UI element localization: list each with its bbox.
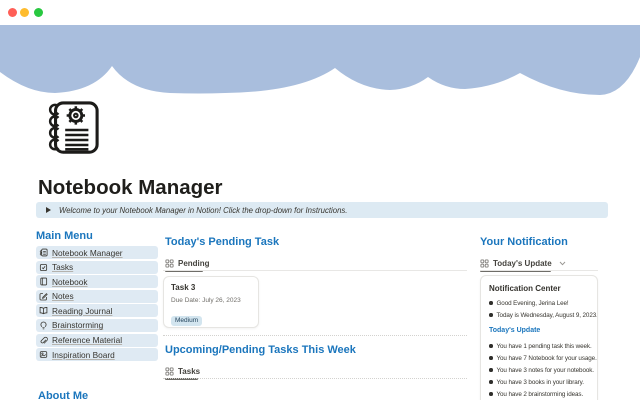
tabbar-divider	[163, 270, 467, 271]
tab-tasks-label: Tasks	[178, 367, 200, 376]
sidebar-item-label: Reference Material	[52, 335, 122, 345]
cover-banner-wave	[0, 25, 640, 100]
open-book-icon	[39, 306, 48, 315]
bullet-icon	[489, 344, 493, 348]
task-card[interactable]: Task 3 Due Date: July 26, 2023 Medium No…	[163, 276, 259, 328]
notification-text: You have 7 Notebook for your usage.	[497, 355, 597, 362]
checkbox-icon	[39, 263, 48, 272]
gallery-grid-icon	[165, 259, 174, 268]
zoom-window-button[interactable]	[34, 8, 43, 17]
notification-text: You have 3 notes for your notebook.	[497, 367, 594, 374]
notification-item: You have 3 books in your library.	[489, 376, 589, 388]
notification-heading: Your Notification	[480, 236, 568, 248]
sidebar-menu: Notebook Manager Tasks	[36, 246, 158, 363]
notification-text: You have 2 brainstorming ideas.	[497, 391, 584, 398]
task-card-title: Task 3	[171, 283, 251, 292]
sidebar-item-label: Notes	[52, 291, 74, 301]
bullet-icon	[489, 301, 493, 305]
upcoming-section-heading: Upcoming/Pending Tasks This Week	[165, 344, 356, 356]
gallery-grid-icon	[165, 367, 174, 376]
bullet-icon	[489, 380, 493, 384]
toggle-triangle-icon[interactable]	[46, 207, 51, 213]
notification-item: You have 7 Notebook for your usage.	[489, 352, 589, 364]
sidebar-item-tasks[interactable]: Tasks	[36, 261, 158, 274]
section-divider	[163, 335, 467, 336]
tabbar-divider	[480, 270, 598, 271]
edit-pencil-icon	[39, 292, 48, 301]
sidebar-item-notes[interactable]: Notes	[36, 290, 158, 303]
sidebar-item-reference-material[interactable]: Reference Material	[36, 334, 158, 347]
lightbulb-icon	[39, 321, 48, 330]
picture-board-icon	[39, 350, 48, 359]
tab-todays-update[interactable]: Today's Update	[480, 256, 566, 271]
sidebar-item-notebook-manager[interactable]: Notebook Manager	[36, 246, 158, 259]
sidebar-item-brainstorming[interactable]: Brainstorming	[36, 319, 158, 332]
notification-item: You have 2 brainstorming ideas.	[489, 388, 589, 400]
notification-item: You have 3 notes for your notebook.	[489, 364, 589, 376]
paperclip-icon	[39, 336, 48, 345]
sidebar-item-label: Brainstorming	[52, 320, 103, 330]
bullet-icon	[489, 392, 493, 396]
book-icon	[39, 277, 48, 286]
minimize-window-button[interactable]	[20, 8, 29, 17]
bullet-icon	[489, 368, 493, 372]
sidebar-item-label: Notebook	[52, 277, 88, 287]
about-me-heading: About Me	[38, 390, 88, 400]
notification-text: Today is Wednesday, August 9, 2023.	[497, 312, 598, 319]
chevron-down-icon[interactable]	[556, 261, 566, 266]
notification-item: Good Evening, Jerina Lee!	[489, 297, 589, 309]
sidebar-item-label: Inspiration Board	[52, 350, 115, 360]
pending-section-heading: Today's Pending Task	[165, 236, 279, 248]
notification-card[interactable]: Notification Center Good Evening, Jerina…	[480, 275, 598, 400]
instructions-callout[interactable]: Welcome to your Notebook Manager in Noti…	[36, 202, 608, 218]
page-title: Notebook Manager	[38, 176, 223, 200]
app-window: Notebook Manager Welcome to your Noteboo…	[0, 0, 640, 400]
close-window-button[interactable]	[8, 8, 17, 17]
notification-item: Today is Wednesday, August 9, 2023.	[489, 309, 589, 321]
gallery-grid-icon	[480, 259, 489, 268]
sidebar-item-label: Notebook Manager	[52, 248, 123, 258]
notification-item: You have 1 pending task this week.	[489, 340, 589, 352]
tab-pending-label: Pending	[178, 259, 210, 268]
sidebar-item-label: Tasks	[52, 262, 73, 272]
notification-text: You have 1 pending task this week.	[497, 343, 592, 350]
notification-card-title: Notification Center	[489, 284, 589, 293]
sidebar-item-reading-journal[interactable]: Reading Journal	[36, 304, 158, 317]
bullet-icon	[489, 356, 493, 360]
spiral-notebook-icon	[39, 248, 48, 257]
todays-update-subheading: Today's Update	[489, 327, 589, 337]
tab-todays-update-label: Today's Update	[493, 259, 552, 268]
window-titlebar	[0, 0, 640, 25]
notification-text: Good Evening, Jerina Lee!	[497, 300, 569, 307]
tab-pending[interactable]: Pending	[165, 256, 210, 271]
priority-badge: Medium	[171, 316, 202, 326]
sidebar-item-notebook[interactable]: Notebook	[36, 275, 158, 288]
callout-text: Welcome to your Notebook Manager in Noti…	[59, 206, 347, 215]
sidebar: Main Menu Notebook Manager	[36, 230, 158, 242]
notification-text: You have 3 books in your library.	[497, 379, 584, 386]
tab-tasks[interactable]: Tasks	[165, 364, 200, 379]
sidebar-heading: Main Menu	[36, 230, 158, 242]
bullet-icon	[489, 313, 493, 317]
page-icon-notebook-gear[interactable]	[42, 100, 100, 158]
tabbar-divider	[163, 378, 467, 379]
sidebar-item-inspiration-board[interactable]: Inspiration Board	[36, 348, 158, 361]
task-card-due-date: Due Date: July 26, 2023	[171, 297, 251, 304]
sidebar-item-label: Reading Journal	[52, 306, 112, 316]
